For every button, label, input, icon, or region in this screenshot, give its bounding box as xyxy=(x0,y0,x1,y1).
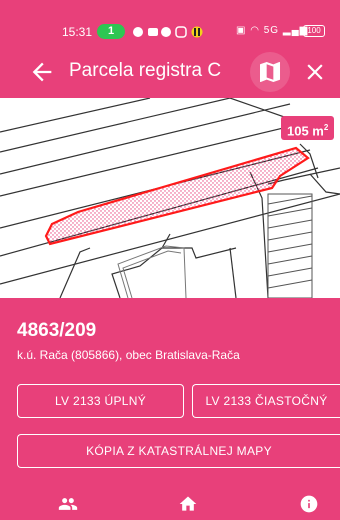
signal-indicators: ▣ ◠ 5G ▂▄▆ xyxy=(236,25,308,36)
battery-icon: 100 xyxy=(303,25,325,37)
building-outline xyxy=(117,245,187,298)
area-badge: 105 m2 xyxy=(281,116,335,140)
people-icon[interactable] xyxy=(57,494,79,514)
lv-full-button[interactable]: LV 2133 ÚPLNÝ xyxy=(17,384,184,418)
lv-partial-button[interactable]: LV 2133 ČIASTOČNÝ xyxy=(192,384,340,418)
app-bar: Parcela registra C xyxy=(0,46,340,98)
garage-rows xyxy=(267,193,313,298)
info-icon[interactable] xyxy=(298,494,320,514)
map-button[interactable] xyxy=(250,52,290,92)
home-icon[interactable] xyxy=(177,494,199,514)
cadastral-copy-button[interactable]: KÓPIA Z KATASTRÁLNEJ MAPY xyxy=(17,434,340,468)
close-icon[interactable] xyxy=(302,59,328,85)
page-title: Parcela registra C xyxy=(69,60,222,81)
selected-parcel[interactable] xyxy=(44,146,310,246)
nfc-icon: ▣ xyxy=(236,25,247,36)
status-time: 15:31 xyxy=(62,25,93,39)
bottom-navigation xyxy=(0,486,340,520)
area-value: 105 m xyxy=(287,123,324,139)
area-unit: 2 xyxy=(323,123,329,132)
wifi-icon: ◠ xyxy=(250,25,260,36)
arrow-back-icon[interactable] xyxy=(28,58,56,86)
ongoing-call-badge[interactable]: 1 xyxy=(97,24,125,39)
parcel-location: k.ú. Rača (805866), obec Bratislava-Rača xyxy=(17,348,240,362)
status-bar: 15:31 1 ▣ ◠ 5G ▂▄▆ 100 xyxy=(0,0,340,46)
map-icon xyxy=(260,62,281,83)
network-type: 5G xyxy=(263,25,280,36)
battery-level: 100 xyxy=(307,26,321,35)
parcel-number: 4863/209 xyxy=(17,320,97,341)
cadastral-map[interactable]: 105 m2 xyxy=(0,98,340,298)
notification-icons xyxy=(133,26,203,38)
call-count: 1 xyxy=(107,25,115,37)
